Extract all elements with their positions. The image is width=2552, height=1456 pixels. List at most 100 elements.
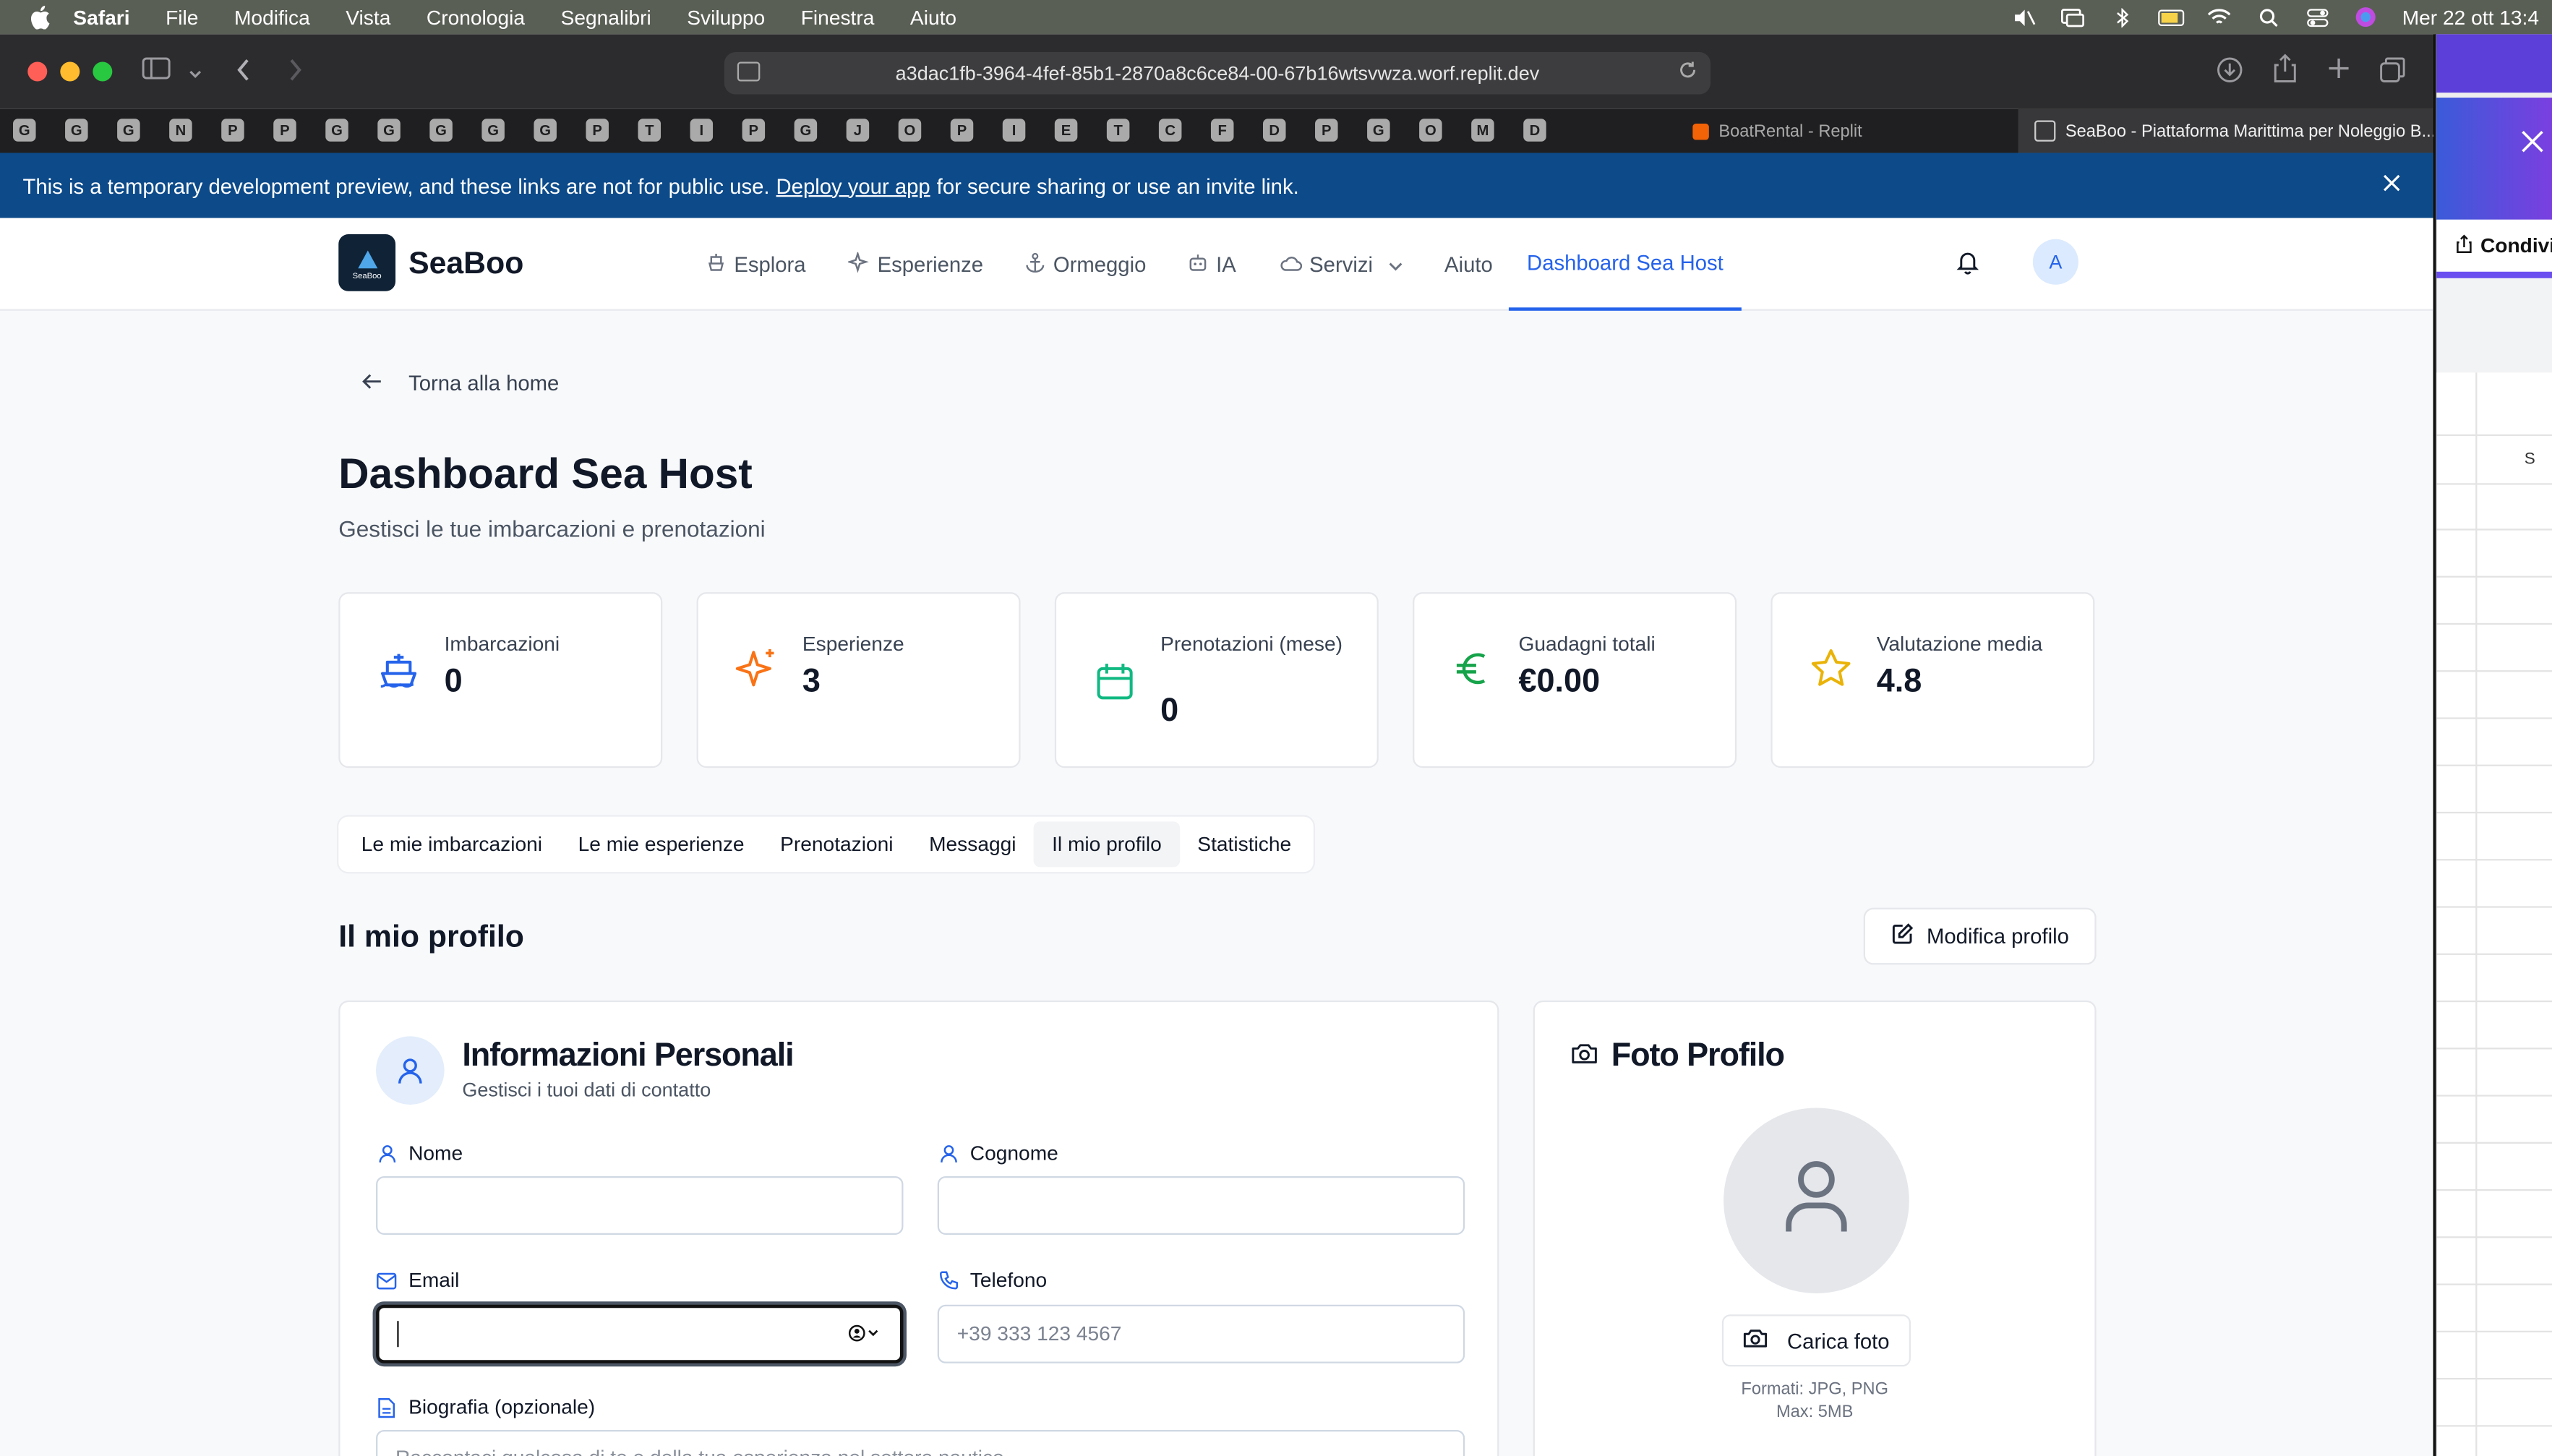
tab-overview-icon[interactable] bbox=[2379, 57, 2405, 90]
deploy-app-link[interactable]: Deploy your app bbox=[776, 174, 930, 198]
upload-photo-button[interactable]: Carica foto bbox=[1721, 1314, 1911, 1367]
pinned-tab-icon[interactable]: C bbox=[1158, 119, 1182, 142]
forward-arrow-icon[interactable] bbox=[288, 59, 302, 88]
menu-modifica[interactable]: Modifica bbox=[234, 6, 310, 29]
close-icon[interactable] bbox=[2383, 171, 2401, 200]
nav-esplora[interactable]: Esplora bbox=[706, 252, 806, 277]
back-arrow-icon[interactable] bbox=[236, 59, 250, 88]
pinned-tab-icon[interactable]: G bbox=[794, 119, 818, 142]
wifi-icon[interactable] bbox=[2207, 7, 2233, 27]
brand-name[interactable]: SeaBoo bbox=[408, 247, 523, 283]
download-icon[interactable] bbox=[2217, 57, 2243, 90]
nav-ia[interactable]: IA bbox=[1189, 252, 1236, 277]
pinned-tab-icon[interactable]: T bbox=[638, 119, 661, 142]
pinned-tab-icon[interactable]: T bbox=[1106, 119, 1130, 142]
card-title: Foto Profilo bbox=[1570, 1038, 1785, 1076]
tab-prenotazioni[interactable]: Prenotazioni bbox=[762, 821, 911, 867]
minimize-window-button[interactable] bbox=[60, 61, 80, 82]
background-window: Condivid S bbox=[2436, 34, 2552, 1456]
pinned-tab-icon[interactable]: M bbox=[1471, 119, 1494, 142]
tab-statistiche[interactable]: Statistiche bbox=[1180, 821, 1309, 867]
pinned-tab-icon[interactable]: P bbox=[586, 119, 609, 142]
chevron-down-icon[interactable] bbox=[189, 59, 202, 86]
pinned-tab-icon[interactable]: E bbox=[1054, 119, 1078, 142]
pinned-tab-icon[interactable]: P bbox=[742, 119, 766, 142]
seaboo-logo[interactable]: SeaBoo bbox=[338, 234, 396, 291]
tab-messaggi[interactable]: Messaggi bbox=[911, 821, 1034, 867]
pinned-tab-icon[interactable]: G bbox=[65, 119, 88, 142]
address-bar[interactable]: a3dac1fb-3964-4fef-85b1-2870a8c6ce84-00-… bbox=[724, 52, 1711, 95]
pinned-tab-icon[interactable]: J bbox=[846, 119, 870, 142]
pinned-tab-icon[interactable]: O bbox=[898, 119, 922, 142]
pinned-tab-icon[interactable]: D bbox=[1262, 119, 1286, 142]
pinned-tab-icon[interactable]: G bbox=[534, 119, 557, 142]
banner-text: This is a temporary development preview,… bbox=[22, 173, 770, 198]
nome-field[interactable] bbox=[376, 1175, 904, 1235]
pinned-tab-icon[interactable]: F bbox=[1210, 119, 1234, 142]
menu-sviluppo[interactable]: Sviluppo bbox=[687, 6, 765, 29]
tab-le-mie-imbarcazioni[interactable]: Le mie imbarcazioni bbox=[343, 821, 560, 867]
edit-profile-button[interactable]: Modifica profilo bbox=[1863, 907, 2097, 965]
share-icon[interactable] bbox=[2274, 53, 2297, 90]
menu-aiuto[interactable]: Aiuto bbox=[910, 6, 956, 29]
menu-finestra[interactable]: Finestra bbox=[801, 6, 875, 29]
pinned-tab-icon[interactable]: P bbox=[1315, 119, 1338, 142]
pinned-tab-icon[interactable]: G bbox=[481, 119, 505, 142]
pinned-tab-icon[interactable]: G bbox=[325, 119, 348, 142]
pinned-tab-icon[interactable]: N bbox=[169, 119, 192, 142]
screen-mirroring-icon[interactable] bbox=[2060, 7, 2086, 27]
battery-icon[interactable] bbox=[2158, 7, 2185, 27]
bell-icon[interactable] bbox=[1955, 249, 1981, 275]
stat-label: Imbarcazioni bbox=[444, 633, 560, 656]
pinned-tab-icon[interactable]: P bbox=[950, 119, 974, 142]
share-button[interactable]: Condivid bbox=[2436, 219, 2552, 278]
pinned-tab-icon[interactable]: G bbox=[1367, 119, 1390, 142]
pinned-tab-icon[interactable]: I bbox=[1002, 119, 1026, 142]
reload-icon[interactable] bbox=[1678, 60, 1697, 85]
menu-file[interactable]: File bbox=[166, 6, 198, 29]
close-window-button[interactable] bbox=[27, 61, 48, 82]
telefono-field[interactable]: +39 333 123 4567 bbox=[937, 1304, 1465, 1363]
menu-app-name[interactable]: Safari bbox=[73, 6, 129, 29]
nav-servizi[interactable]: Servizi bbox=[1278, 252, 1402, 277]
siri-icon[interactable] bbox=[2353, 7, 2379, 27]
biografia-field[interactable]: Raccontaci qualcosa di te e della tua es… bbox=[376, 1429, 1465, 1456]
tab-le-mie-esperienze[interactable]: Le mie esperienze bbox=[560, 821, 763, 867]
page-settings-icon[interactable] bbox=[737, 61, 761, 82]
pinned-tab-icon[interactable]: G bbox=[429, 119, 453, 142]
nav-esperienze[interactable]: Esperienze bbox=[847, 249, 983, 278]
mute-icon[interactable] bbox=[2011, 7, 2037, 27]
pinned-tab-icon[interactable]: P bbox=[273, 119, 296, 142]
spotlight-search-icon[interactable] bbox=[2256, 7, 2282, 27]
menu-segnalibri[interactable]: Segnalibri bbox=[561, 6, 651, 29]
cognome-field[interactable] bbox=[937, 1175, 1465, 1235]
tab-seaboo-active[interactable]: SeaBoo - Piattaforma Marittima per Noleg… bbox=[2018, 108, 2433, 153]
autofill-contact-icon[interactable] bbox=[848, 1324, 881, 1348]
pinned-tab-icon[interactable]: G bbox=[13, 119, 36, 142]
back-to-home-link[interactable]: Torna alla home bbox=[361, 371, 559, 395]
sidebar-toggle-icon[interactable] bbox=[142, 57, 171, 87]
nav-dashboard-sea-host[interactable]: Dashboard Sea Host bbox=[1509, 218, 1742, 311]
bluetooth-icon[interactable] bbox=[2109, 7, 2135, 27]
pinned-tab-icon[interactable]: D bbox=[1523, 119, 1546, 142]
pinned-tab-icon[interactable]: O bbox=[1419, 119, 1442, 142]
pinned-tab-icon[interactable]: I bbox=[690, 119, 714, 142]
close-icon[interactable] bbox=[2521, 127, 2544, 161]
tab-il-mio-profilo[interactable]: Il mio profilo bbox=[1034, 821, 1180, 868]
pinned-tab-icon[interactable]: P bbox=[221, 119, 244, 142]
share-icon bbox=[2456, 234, 2472, 258]
nav-ormeggio[interactable]: Ormeggio bbox=[1026, 252, 1146, 278]
tab-boatrental-replit[interactable]: BoatRental - Replit bbox=[1692, 109, 1862, 153]
menu-cronologia[interactable]: Cronologia bbox=[427, 6, 525, 29]
control-center-icon[interactable] bbox=[2305, 7, 2331, 27]
email-field[interactable] bbox=[376, 1304, 904, 1363]
apple-icon[interactable] bbox=[27, 5, 51, 30]
nav-aiuto[interactable]: Aiuto bbox=[1444, 252, 1493, 277]
new-tab-icon[interactable] bbox=[2327, 57, 2350, 87]
avatar[interactable]: A bbox=[2032, 239, 2078, 285]
zoom-window-button[interactable] bbox=[93, 61, 113, 82]
pinned-tab-icon[interactable]: G bbox=[117, 119, 140, 142]
pinned-tab-icon[interactable]: G bbox=[377, 119, 401, 142]
menu-vista[interactable]: Vista bbox=[346, 6, 390, 29]
menubar-datetime[interactable]: Mer 22 ott 13:4 bbox=[2402, 6, 2539, 29]
